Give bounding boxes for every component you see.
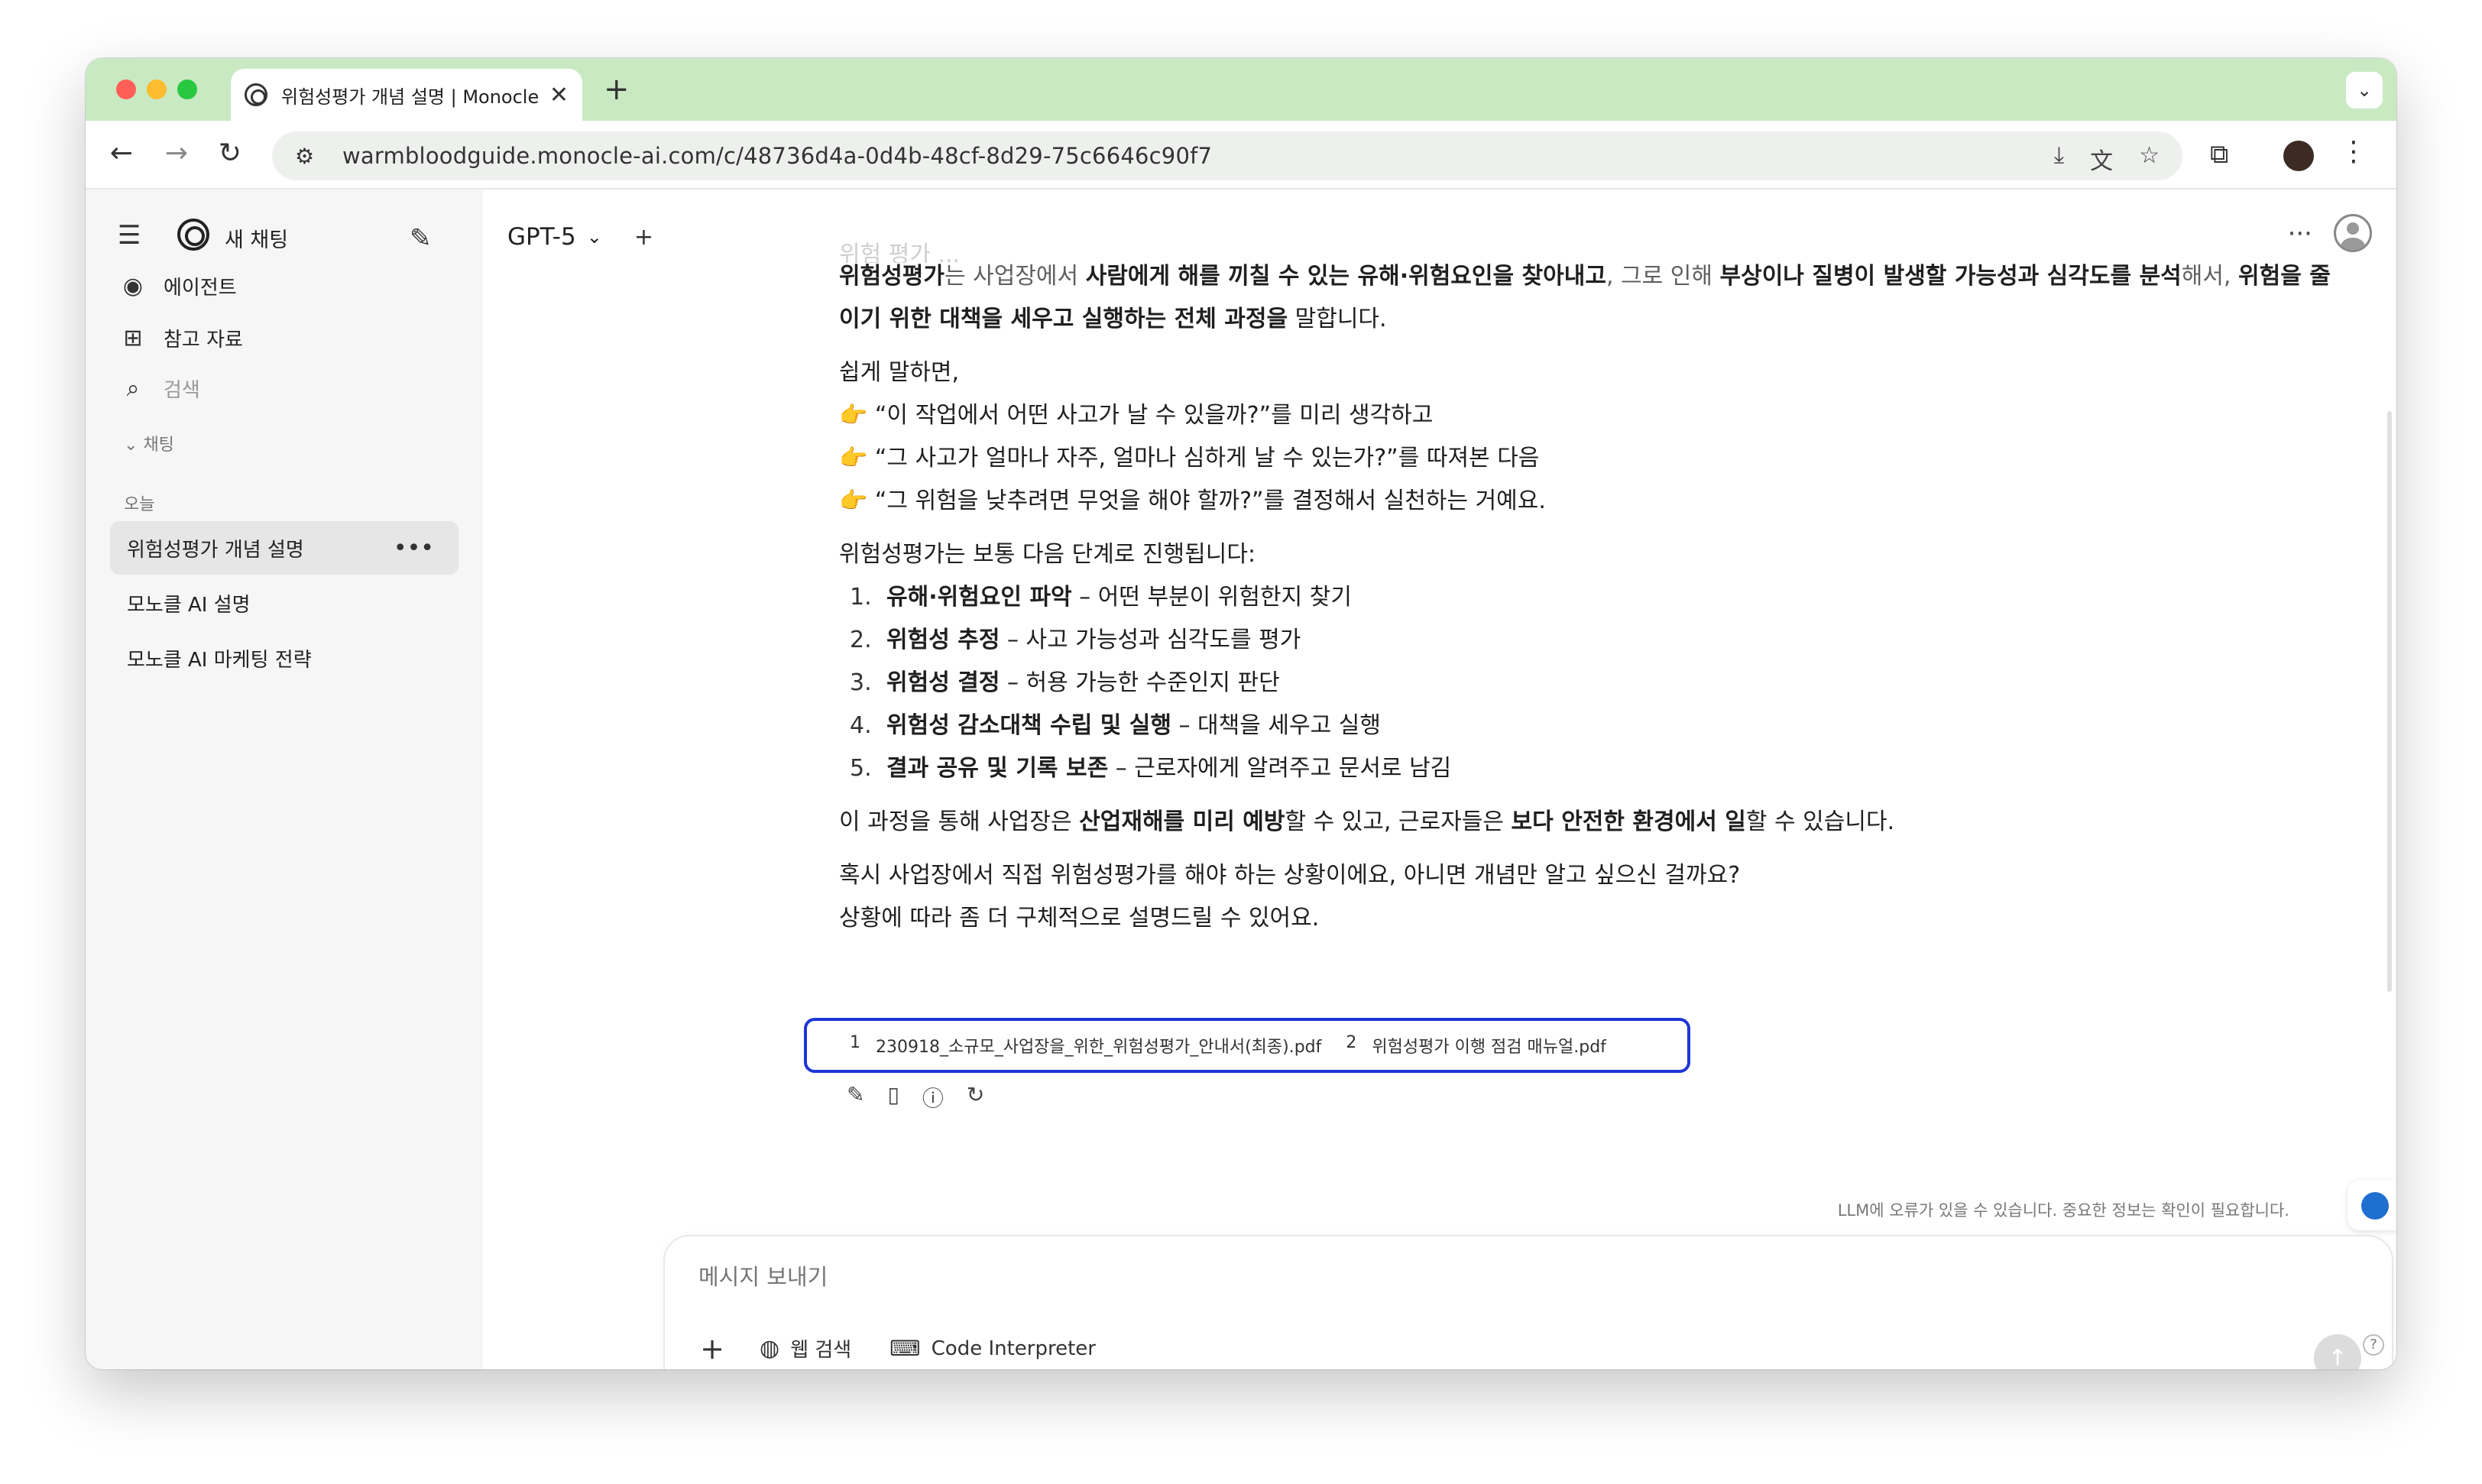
- back-arrow-icon[interactable]: ←: [104, 138, 139, 169]
- terminal-icon: ⌨: [889, 1336, 921, 1361]
- reload-icon[interactable]: ↻: [212, 138, 248, 169]
- sidebar-item-label: 검색: [164, 379, 200, 402]
- copy-clipboard-icon[interactable]: ▯: [887, 1082, 899, 1113]
- bullet-item: 👉 “그 사고가 얼마나 자주, 얼마나 심하게 날 수 있는가?”를 따져본 …: [839, 445, 1540, 471]
- message-paragraph: 상황에 따라 좀 더 구체적으로 설명드릴 수 있어요.: [839, 905, 1320, 932]
- forward-arrow-icon[interactable]: →: [159, 138, 194, 169]
- message-paragraph: 혹시 사업장에서 직접 위험성평가를 해야 하는 상황이에요, 아니면 개념만 …: [839, 862, 1741, 889]
- sidebar-toggle-icon[interactable]: ☰: [118, 220, 141, 251]
- code-interpreter-button[interactable]: ⌨ Code Interpreter: [882, 1330, 1103, 1367]
- omnibox-actions: ⤓ 文 ☆: [2054, 142, 2160, 176]
- maximize-window-button[interactable]: [177, 79, 197, 99]
- scrollbar[interactable]: [2387, 411, 2392, 992]
- message-actions: ✎ ▯ ⓘ ↻: [847, 1082, 984, 1113]
- regenerate-icon[interactable]: ↻: [967, 1082, 984, 1113]
- sidebar: ☰ 새 채팅 ✎ ◉ 에이전트 ⊞ 참고 자료 ⌕ 검색 ⌄ 채팅 오늘 위험성…: [86, 190, 483, 1369]
- message-paragraph: 이 과정을 통해 사업장은 산업재해를 미리 예방할 수 있고, 근로자들은 보…: [839, 808, 1895, 835]
- pointing-hand-icon: 👉: [839, 402, 875, 429]
- browser-toolbar: ← → ↻ ⚙ warmbloodguide.monocle-ai.com/c/…: [86, 121, 2396, 190]
- composer-tools: + ◍ 웹 검색 ⌨ Code Interpreter: [695, 1328, 1103, 1369]
- tab-strip: 위험성평가 개념 설명 | Monocle AI ✕ + ⌄: [86, 58, 2396, 121]
- sidebar-item-references[interactable]: ⊞ 참고 자료: [119, 324, 243, 352]
- tab-search-chevron-icon[interactable]: ⌄: [2346, 72, 2383, 109]
- chat-title: 위험성평가 개념 설명: [127, 538, 304, 562]
- chat-options-icon[interactable]: ···: [2288, 219, 2312, 249]
- install-app-icon[interactable]: ⤓: [2054, 142, 2064, 176]
- sidebar-item-agents[interactable]: ◉ 에이전트: [119, 272, 237, 300]
- bullet-item: 👉 “그 위험을 낮추려면 무엇을 해야 할까?”를 결정해서 실천하는 거예요…: [839, 488, 1546, 514]
- sidebar-chat-item[interactable]: 모노클 AI 설명: [110, 576, 458, 630]
- chat-main: GPT-5 ⌄ + ··· 위험 평가 ... 위험성평가는 사업장에서 사람에…: [483, 190, 2396, 1369]
- sidebar-item-label: 참고 자료: [164, 329, 243, 352]
- sidebar-section-chats[interactable]: ⌄ 채팅: [124, 431, 174, 455]
- monocle-logo-icon: [177, 219, 209, 251]
- sidebar-item-label: 에이전트: [164, 277, 237, 300]
- model-name: GPT-5: [507, 223, 576, 251]
- step-item: 1. 유해·위험요인 파악 – 어떤 부분이 위험한지 찾기: [850, 584, 1352, 611]
- address-bar[interactable]: ⚙ warmbloodguide.monocle-ai.com/c/48736d…: [272, 131, 2182, 180]
- send-arrow-icon[interactable]: ↑: [2314, 1334, 2361, 1369]
- minimize-window-button[interactable]: [147, 79, 167, 99]
- bookmark-star-icon[interactable]: ☆: [2139, 142, 2160, 176]
- pointing-hand-icon: 👉: [839, 445, 875, 471]
- disclaimer-text: LLM에 오류가 있을 수 있습니다. 중요한 정보는 확인이 필요합니다.: [1837, 1201, 2289, 1220]
- message-composer: + ◍ 웹 검색 ⌨ Code Interpreter ↑: [663, 1235, 2393, 1369]
- help-question-icon[interactable]: ?: [2363, 1334, 2384, 1356]
- close-window-button[interactable]: [116, 79, 136, 99]
- search-icon: ⌕: [126, 375, 140, 402]
- citation-item[interactable]: 2 위험성평가 이행 점검 매뉴얼.pdf: [1346, 1033, 1606, 1058]
- step-item: 3. 위험성 결정 – 허용 가능한 수준인지 판단: [850, 669, 1280, 696]
- model-selector[interactable]: GPT-5 ⌄ +: [507, 223, 653, 251]
- message-paragraph: 위험성평가는 사업장에서 사람에게 해를 끼칠 수 있는 유해·위험요인을 찾아…: [839, 263, 2331, 332]
- monocle-favicon-icon: [245, 83, 267, 106]
- sidebar-section-today: 오늘: [124, 495, 155, 514]
- tab-title: 위험성평가 개념 설명 | Monocle AI: [281, 86, 539, 108]
- sidebar-chat-item[interactable]: 위험성평가 개념 설명 •••: [110, 521, 458, 575]
- edit-pencil-icon[interactable]: ✎: [847, 1082, 864, 1113]
- attach-plus-icon[interactable]: +: [695, 1332, 729, 1366]
- browser-tab-active[interactable]: 위험성평가 개념 설명 | Monocle AI ✕: [231, 69, 582, 121]
- new-tab-plus-icon[interactable]: +: [604, 72, 630, 107]
- grid-icon: ⊞: [123, 325, 143, 352]
- user-avatar[interactable]: [2334, 214, 2372, 252]
- citation-item[interactable]: 1 230918_소규모_사업장을_위한_위험성평가_안내서(최종).pdf: [850, 1033, 1321, 1058]
- extensions-puzzle-icon[interactable]: ⧉: [2210, 139, 2228, 170]
- assistant-avatar-icon: [2361, 1192, 2389, 1220]
- compose-pencil-icon[interactable]: ✎: [410, 223, 432, 254]
- new-chat-label[interactable]: 새 채팅: [225, 223, 288, 253]
- step-item: 5. 결과 공유 및 기록 보존 – 근로자에게 알려주고 문서로 남김: [850, 755, 1452, 782]
- app-area: ☰ 새 채팅 ✎ ◉ 에이전트 ⊞ 참고 자료 ⌕ 검색 ⌄ 채팅 오늘 위험성…: [86, 190, 2396, 1369]
- translate-icon[interactable]: 文: [2090, 142, 2113, 176]
- globe-icon: ◍: [760, 1335, 780, 1362]
- site-info-icon[interactable]: ⚙: [295, 144, 326, 169]
- browser-window: 위험성평가 개념 설명 | Monocle AI ✕ + ⌄ ← → ↻ ⚙ w…: [86, 58, 2396, 1369]
- chat-title: 모노클 AI 설명: [127, 593, 251, 617]
- floating-assistant-button[interactable]: [2348, 1180, 2396, 1230]
- pointing-hand-icon: 👉: [839, 488, 875, 514]
- citation-list: 1 230918_소규모_사업장을_위한_위험성평가_안내서(최종).pdf 2위…: [804, 1018, 1690, 1073]
- chevron-down-icon: ⌄: [586, 226, 602, 248]
- profile-avatar[interactable]: [2283, 141, 2314, 171]
- url-text: warmbloodguide.monocle-ai.com/c/48736d4a…: [342, 143, 1213, 169]
- step-item: 4. 위험성 감소대책 수립 및 실행 – 대책을 세우고 실행: [850, 712, 1381, 739]
- browser-menu-kebab-icon[interactable]: ⋮: [2340, 136, 2367, 167]
- agent-icon: ◉: [122, 273, 144, 300]
- step-item: 2. 위험성 추정 – 사고 가능성과 심각도를 평가: [850, 627, 1301, 653]
- message-paragraph: 위험성평가는 보통 다음 단계로 진행됩니다:: [839, 541, 1256, 568]
- assistant-message: 위험성평가는 사업장에서 사람에게 해를 끼칠 수 있는 유해·위험요인을 찾아…: [839, 255, 2337, 940]
- add-model-plus-icon[interactable]: +: [634, 224, 653, 251]
- web-search-button[interactable]: ◍ 웹 검색: [752, 1328, 859, 1369]
- chat-more-icon[interactable]: •••: [394, 535, 434, 562]
- bullet-item: 👉 “이 작업에서 어떤 사고가 날 수 있을까?”를 미리 생각하고: [839, 402, 1434, 429]
- sidebar-chat-item[interactable]: 모노클 AI 마케팅 전략: [110, 631, 458, 685]
- tab-close-icon[interactable]: ✕: [549, 82, 569, 109]
- chat-title: 모노클 AI 마케팅 전략: [127, 648, 312, 672]
- message-input[interactable]: [698, 1264, 2074, 1290]
- message-paragraph: 쉽게 말하면,: [839, 359, 960, 386]
- sidebar-item-search[interactable]: ⌕ 검색: [119, 374, 200, 403]
- info-icon[interactable]: ⓘ: [922, 1082, 944, 1113]
